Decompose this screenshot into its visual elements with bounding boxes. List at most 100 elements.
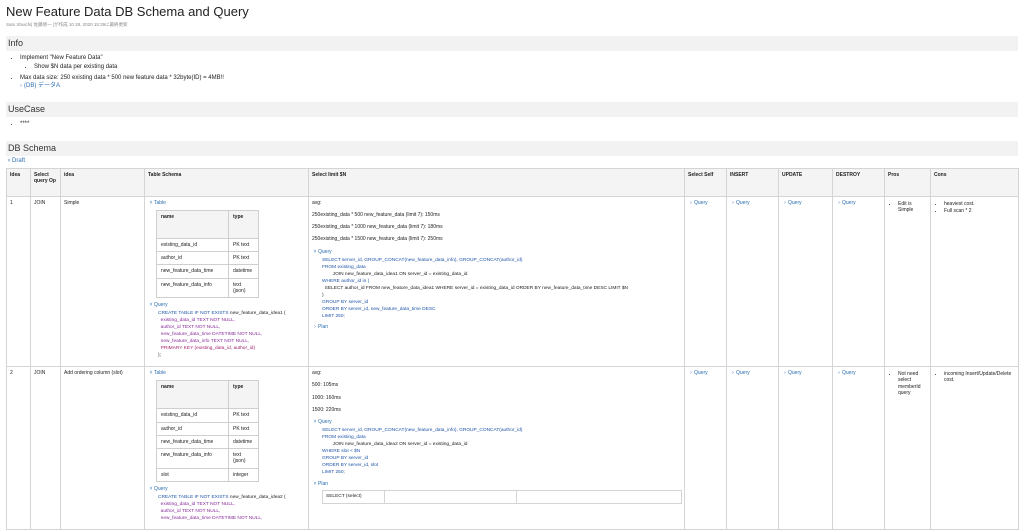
plan-toggle[interactable]: Plan	[318, 481, 328, 487]
field-type: datetime	[228, 264, 259, 279]
col-header: Select Self	[684, 167, 727, 197]
field-name: slot	[156, 467, 229, 482]
query-toggle[interactable]: Query	[318, 249, 332, 255]
col-header: Select limit $N	[308, 167, 685, 197]
inner-header: name	[156, 380, 229, 410]
section-schema-heading: DB Schema	[6, 140, 1018, 157]
info-db-link[interactable]: (DB) データA	[24, 83, 60, 89]
section-info-heading: Info	[6, 35, 1018, 52]
cell-select-self: › Query	[684, 195, 727, 368]
cell-desc: Simple	[60, 195, 145, 368]
select-self-query-toggle[interactable]: Query	[694, 370, 708, 376]
cell-schema: ˅ Table name type existing_data_id PK text …	[144, 366, 309, 530]
schema-table: Idea Select query Op idea Table Schema S…	[6, 167, 1019, 530]
pros-item: Edit is Simple	[898, 201, 927, 214]
draft-toggle[interactable]: Draft	[12, 158, 25, 164]
col-header: UPDATE	[778, 167, 833, 197]
field-type: PK text	[228, 408, 259, 423]
cell-destroy: › Query	[832, 195, 885, 368]
section-usecase-heading: UseCase	[6, 102, 1018, 118]
cell-idea: 1	[6, 195, 31, 368]
plan-toggle[interactable]: Plan	[318, 324, 328, 330]
field-name: author_id	[156, 251, 229, 266]
cons-item: incoming Insert/Update/Delete cost.	[944, 371, 1015, 384]
plan-cell-empty	[384, 490, 517, 505]
field-name: new_feature_data_time	[156, 434, 229, 450]
avg-line: 500: 105ms	[312, 382, 339, 389]
field-type: PK text	[228, 237, 259, 253]
destroy-query-toggle[interactable]: Query	[842, 200, 856, 206]
query-toggle[interactable]: Query	[154, 486, 168, 492]
inner-header: type	[228, 380, 259, 410]
plan-cell: SELECT (select)	[322, 490, 385, 505]
pros-item: Not need select memberId query	[898, 371, 927, 396]
inner-schema-table: name type existing_data_id PK text author_…	[156, 209, 259, 299]
cell-cons: heaviest cost.Full scan * 2	[930, 195, 1019, 368]
field-type: datetime	[228, 434, 259, 450]
cell-insert: › Query	[726, 366, 779, 530]
field-name: existing_data_id	[156, 237, 229, 253]
field-type: text (json)	[228, 448, 259, 469]
cell-pros: Edit is Simple	[884, 195, 931, 368]
cell-schema: ˅ Table name type existing_data_id PK text …	[144, 195, 309, 368]
avg-line: 250existing_data * 1000 new_feature_data…	[312, 224, 443, 231]
page-meta: Sato Shuichi| 佐藤修一 |が作成 10 28, 2020 15:3…	[6, 22, 128, 28]
field-name: author_id	[156, 421, 229, 436]
info-item-1-sub: Show $N data per existing data	[34, 64, 1018, 72]
destroy-query-toggle[interactable]: Query	[842, 370, 856, 376]
avg-label: avg:	[312, 370, 322, 377]
cons-item: heaviest cost.	[944, 201, 1015, 207]
col-header: Table Schema	[144, 167, 309, 197]
field-type: PK text	[228, 421, 259, 436]
field-name: new_feature_data_info	[156, 277, 229, 299]
plan-cell-empty	[516, 490, 682, 505]
create-table-code: CREATE TABLE IF NOT EXISTS new_feature_d…	[158, 311, 286, 359]
page-title: New Feature Data DB Schema and Query	[6, 4, 249, 19]
col-header: Idea	[6, 167, 31, 197]
table-row: 2 JOIN Add ordering column (slot) ˅ Table…	[6, 366, 1019, 530]
col-header: Pros	[884, 167, 931, 197]
cell-pros: Not need select memberId query	[884, 366, 931, 530]
cell-update: › Query	[778, 195, 833, 368]
cell-select-limit: avg: 500: 105ms 1000: 160ms 1500: 220ms …	[308, 366, 685, 530]
field-type: PK text	[228, 251, 259, 266]
avg-label: avg:	[312, 199, 322, 206]
inner-schema-table: name type existing_data_id PK text author_…	[156, 380, 259, 482]
query-toggle[interactable]: Query	[318, 419, 332, 425]
insert-query-toggle[interactable]: Query	[736, 370, 750, 376]
cell-desc: Add ordering column (slot)	[60, 366, 145, 530]
table-row: 1 JOIN Simple ˅ Table name type existing_d…	[6, 195, 1019, 368]
insert-query-toggle[interactable]: Query	[736, 200, 750, 206]
update-query-toggle[interactable]: Query	[788, 370, 802, 376]
col-header: idea	[60, 167, 145, 197]
col-header: Cons	[930, 167, 1019, 197]
field-name: existing_data_id	[156, 408, 229, 423]
col-header: DESTROY	[832, 167, 885, 197]
plan-table: SELECT (select)	[322, 490, 682, 505]
cell-op: JOIN	[30, 195, 61, 368]
cell-update: › Query	[778, 366, 833, 530]
query-toggle[interactable]: Query	[154, 302, 168, 308]
table-toggle[interactable]: Table	[154, 200, 166, 206]
update-query-toggle[interactable]: Query	[788, 200, 802, 206]
cell-select-limit: avg: 250existing_data * 500 new_feature_…	[308, 195, 685, 368]
avg-line: 1500: 220ms	[312, 406, 341, 413]
inner-header: type	[228, 209, 259, 239]
info-list: Implement "New Feature Data" Show $N dat…	[6, 55, 1018, 90]
cell-select-self: › Query	[684, 366, 727, 530]
select-self-query-toggle[interactable]: Query	[694, 200, 708, 206]
select-query-code: SELECT server_id, GROUP_CONCAT(new_featu…	[322, 257, 628, 319]
field-name: new_feature_data_info	[156, 448, 229, 469]
col-header: Select query Op	[30, 167, 61, 197]
table-header-row: Idea Select query Op idea Table Schema S…	[6, 167, 1019, 197]
usecase-item-1: ****	[20, 121, 1018, 129]
cell-cons: incoming Insert/Update/Delete cost.	[930, 366, 1019, 530]
avg-line: 250existing_data * 1500 new_feature_data…	[312, 236, 443, 243]
field-name: new_feature_data_time	[156, 264, 229, 279]
col-header: INSERT	[726, 167, 779, 197]
cell-insert: › Query	[726, 195, 779, 368]
table-toggle[interactable]: Table	[154, 370, 166, 376]
cell-op: JOIN	[30, 366, 61, 530]
select-query-code: SELECT server_id, GROUP_CONCAT(new_featu…	[322, 428, 523, 476]
cons-item: Full scan * 2	[944, 208, 1015, 214]
